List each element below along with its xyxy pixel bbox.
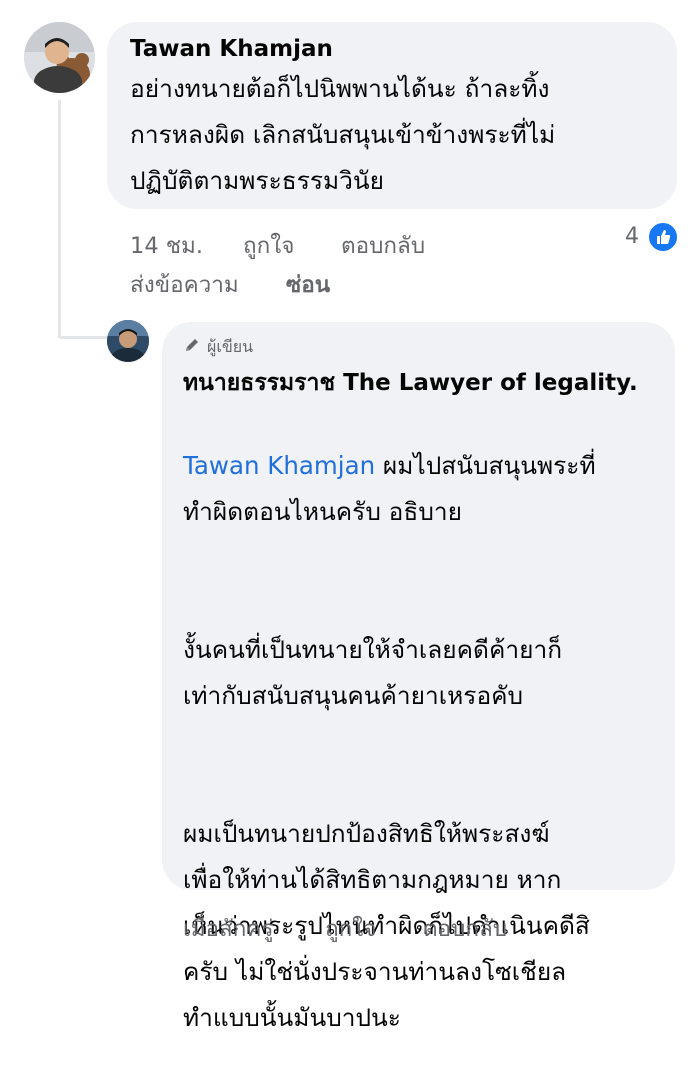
hide-comment-button[interactable]: ซ่อน bbox=[286, 266, 330, 302]
author-badge-label: ผู้เขียน bbox=[207, 337, 254, 356]
lawyer-avatar-icon bbox=[107, 320, 149, 362]
send-message-button[interactable]: ส่งข้อความ bbox=[130, 266, 239, 302]
thread-connector-line bbox=[58, 100, 61, 338]
reply-text: Tawan Khamjan ผมไปสนับสนุนพระที่ ทำผิดตอ… bbox=[183, 397, 663, 1087]
reply-reply-button[interactable]: ตอบกลับ bbox=[423, 910, 507, 946]
reply-paragraph-1: Tawan Khamjan ผมไปสนับสนุนพระที่ ทำผิดตอ… bbox=[183, 443, 663, 535]
reply-like-button[interactable]: ถูกใจ bbox=[325, 910, 376, 946]
comment-text: อย่างทนายต้อก็ไปนิพพานได้นะ ถ้าละทิ้ง กา… bbox=[130, 74, 556, 195]
like-count[interactable]: 4 bbox=[625, 224, 639, 249]
mention-link[interactable]: Tawan Khamjan bbox=[183, 451, 375, 480]
thread-connector-elbow bbox=[58, 336, 108, 339]
reply-timestamp[interactable]: เมื่อสักครู่ bbox=[183, 910, 274, 946]
person-with-bear-avatar-icon bbox=[24, 22, 95, 93]
thumbs-up-icon[interactable] bbox=[647, 221, 679, 253]
pencil-icon bbox=[186, 339, 198, 351]
reply-paragraph-2: งั้นคนที่เป็นทนายให้จำเลยคดีค้ายาก็ เท่า… bbox=[183, 635, 563, 710]
reply-author-name[interactable]: ทนายธรรมราช The Lawyer of legality. bbox=[183, 365, 638, 401]
comment-like-button[interactable]: ถูกใจ bbox=[243, 227, 294, 263]
commenter-avatar[interactable] bbox=[24, 22, 95, 93]
reply-author-avatar[interactable] bbox=[107, 320, 149, 362]
comment-reply-button[interactable]: ตอบกลับ bbox=[341, 227, 425, 263]
comment-timestamp[interactable]: 14 ชม. bbox=[130, 227, 203, 263]
comment-author-name[interactable]: Tawan Khamjan bbox=[130, 36, 333, 62]
